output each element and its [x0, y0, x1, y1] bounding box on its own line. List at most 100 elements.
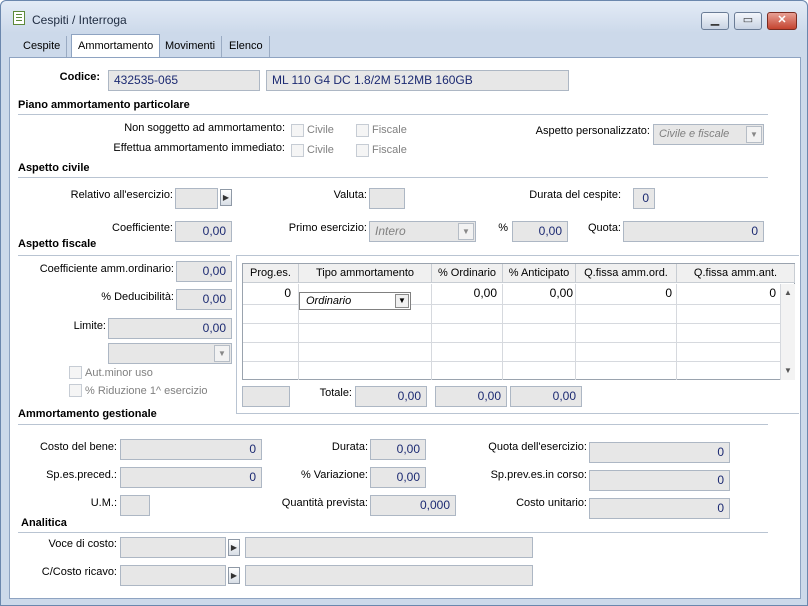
grid-line	[243, 342, 780, 343]
scroll-down-icon[interactable]: ▼	[784, 366, 792, 375]
valuta-field[interactable]	[369, 188, 405, 209]
totale-ordinario-field[interactable]: 0,00	[355, 386, 427, 407]
variazione-field[interactable]: 0,00	[370, 467, 426, 488]
costo-unitario-field[interactable]: 0	[589, 498, 730, 519]
coefficiente-label: Coefficiente:	[112, 222, 173, 234]
deducibilita-label: % Deducibilità:	[101, 291, 174, 303]
tab-elenco[interactable]: Elenco	[223, 36, 270, 58]
tab-cespite[interactable]: Cespite	[17, 36, 68, 58]
column-header-qfissa-ant[interactable]: Q.fissa amm.ant.	[677, 264, 795, 283]
aspetto-pers-value: Civile e fiscale	[659, 128, 730, 140]
um-label: U.M.:	[90, 497, 117, 509]
aspetto-pers-select[interactable]: Civile e fiscale ▼	[653, 124, 764, 145]
chevron-down-icon[interactable]: ▼	[395, 294, 409, 308]
prog-total-field[interactable]	[242, 386, 290, 407]
totale-label: Totale:	[319, 387, 352, 399]
minimize-button[interactable]: ▁	[701, 12, 729, 30]
codice-label: Codice:	[59, 71, 100, 83]
durata-field[interactable]: 0,00	[370, 439, 426, 460]
limite-select[interactable]: ▼	[108, 343, 232, 364]
effettua-civile-checkbox[interactable]	[291, 144, 304, 157]
totale-qfissa-field[interactable]: 0,00	[510, 386, 582, 407]
coefficiente-field[interactable]: 0,00	[175, 221, 232, 242]
chevron-down-icon[interactable]: ▼	[458, 223, 474, 240]
ccosto-ricavo-description[interactable]	[245, 565, 533, 586]
tab-bar: Cespite Ammortamento Movimenti Elenco	[9, 34, 801, 58]
close-button[interactable]: ✕	[767, 12, 797, 30]
variazione-label: % Variazione:	[300, 469, 368, 481]
quota-esercizio-label: Quota dell'esercizio:	[488, 441, 587, 453]
quota-label: Quota:	[587, 222, 621, 234]
non-soggetto-civile-checkbox[interactable]	[291, 124, 304, 137]
chevron-right-icon[interactable]: ▶	[228, 567, 240, 584]
grid-scrollbar[interactable]: ▲ ▼	[780, 284, 795, 380]
effettua-fiscale-checkbox[interactable]	[356, 144, 369, 157]
sp-es-preced-label: Sp.es.preced.:	[46, 469, 117, 481]
coeff-ord-field[interactable]: 0,00	[176, 261, 232, 282]
fiscale-section-title: Aspetto fiscale	[18, 238, 97, 250]
divider	[236, 413, 799, 414]
qfissa-ord-cell[interactable]: 0	[578, 286, 672, 300]
costo-bene-label: Costo del bene:	[39, 441, 117, 453]
piano-section-title: Piano ammortamento particolare	[18, 99, 190, 111]
ccosto-ricavo-label: C/Costo ricavo:	[41, 566, 117, 578]
ordinario-cell[interactable]: 0,00	[433, 286, 497, 300]
non-soggetto-label: Non soggetto ad ammortamento:	[124, 122, 285, 134]
chevron-right-icon[interactable]: ▶	[220, 189, 232, 206]
main-window: Cespiti / Interroga ▁ ▭ ✕ Cespite Ammort…	[0, 0, 808, 606]
tipo-ammortamento-value: Ordinario	[306, 295, 352, 307]
relativo-field[interactable]	[175, 188, 218, 209]
quota-esercizio-field[interactable]: 0	[589, 442, 730, 463]
chevron-right-icon[interactable]: ▶	[228, 539, 240, 556]
tipo-ammortamento-select[interactable]: Ordinario ▼	[299, 292, 411, 310]
tab-ammortamento[interactable]: Ammortamento	[71, 34, 161, 58]
divider	[18, 177, 768, 178]
ccosto-ricavo-field[interactable]	[120, 565, 226, 586]
column-header-qfissa-ord[interactable]: Q.fissa amm.ord.	[576, 264, 677, 283]
riduzione-checkbox[interactable]	[69, 384, 82, 397]
limite-field[interactable]: 0,00	[108, 318, 232, 339]
grid-line	[575, 284, 576, 380]
effettua-fiscale-label: Fiscale	[372, 144, 407, 156]
anticipato-cell[interactable]: 0,00	[505, 286, 573, 300]
prog-cell[interactable]: 0	[247, 286, 291, 300]
scroll-up-icon[interactable]: ▲	[784, 288, 792, 297]
quantita-field[interactable]: 0,000	[370, 495, 456, 516]
chevron-down-icon[interactable]: ▼	[746, 126, 762, 143]
totale-anticipato-field[interactable]: 0,00	[435, 386, 507, 407]
analitica-section-title: Analitica	[21, 517, 67, 529]
document-icon	[13, 11, 25, 25]
relativo-label: Relativo all'esercizio:	[70, 189, 173, 201]
deducibilita-field[interactable]: 0,00	[176, 289, 232, 310]
quota-field[interactable]: 0	[623, 221, 764, 242]
qfissa-ant-cell[interactable]: 0	[679, 286, 776, 300]
codice-description-field[interactable]: ML 110 G4 DC 1.8/2M 512MB 160GB	[266, 70, 569, 91]
column-header-prog[interactable]: Prog.es.	[243, 264, 299, 283]
tab-movimenti[interactable]: Movimenti	[159, 36, 223, 58]
primo-esercizio-select[interactable]: Intero ▼	[369, 221, 476, 242]
quantita-label: Quantità prevista:	[281, 497, 368, 509]
grid-line	[676, 284, 677, 380]
divider	[18, 532, 768, 533]
um-field[interactable]	[120, 495, 150, 516]
divider	[18, 424, 768, 425]
percent-label: %	[498, 222, 508, 234]
non-soggetto-fiscale-checkbox[interactable]	[356, 124, 369, 137]
durata-cespite-field[interactable]: 0	[633, 188, 655, 209]
riduzione-label: % Riduzione 1^ esercizio	[85, 385, 208, 397]
column-header-ordinario[interactable]: % Ordinario	[432, 264, 503, 283]
non-soggetto-fiscale-label: Fiscale	[372, 124, 407, 136]
column-header-tipo[interactable]: Tipo ammortamento	[299, 264, 432, 283]
sp-es-preced-field[interactable]: 0	[120, 467, 262, 488]
costo-bene-field[interactable]: 0	[120, 439, 262, 460]
codice-field[interactable]: 432535-065	[108, 70, 260, 91]
voce-costo-description[interactable]	[245, 537, 533, 558]
maximize-button[interactable]: ▭	[734, 12, 762, 30]
sp-prev-field[interactable]: 0	[589, 470, 730, 491]
column-header-anticipato[interactable]: % Anticipato	[503, 264, 576, 283]
aut-minor-uso-checkbox[interactable]	[69, 366, 82, 379]
voce-costo-field[interactable]	[120, 537, 226, 558]
chevron-down-icon[interactable]: ▼	[214, 345, 230, 362]
percent-field[interactable]: 0,00	[512, 221, 568, 242]
ammortamento-panel: Codice: 432535-065 ML 110 G4 DC 1.8/2M 5…	[9, 57, 801, 599]
